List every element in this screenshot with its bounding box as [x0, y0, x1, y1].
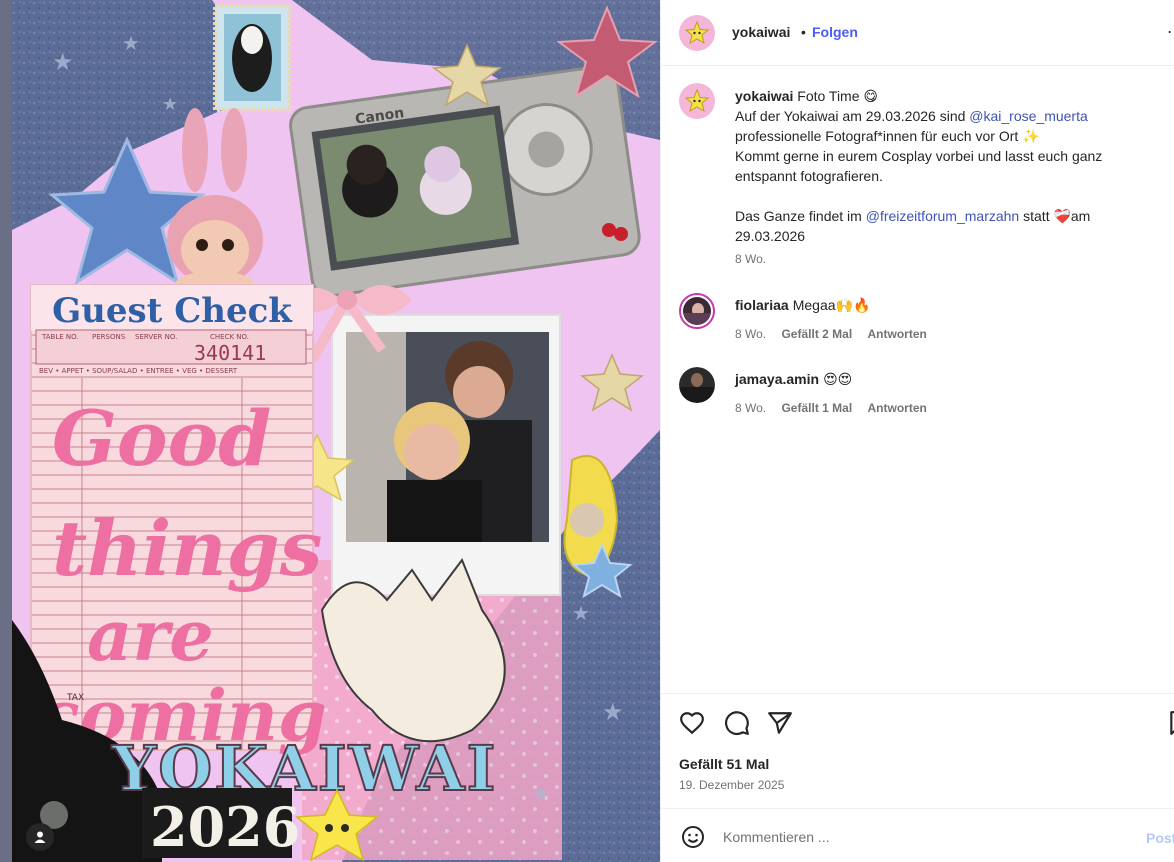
heart-icon[interactable]: [679, 710, 705, 736]
post-comment-button[interactable]: Post: [1146, 830, 1174, 846]
svg-text:★: ★: [602, 698, 624, 726]
ticket-col-2: PERSONS: [92, 333, 126, 341]
comment-input[interactable]: [723, 823, 1123, 851]
share-icon[interactable]: [767, 710, 793, 736]
comment-time[interactable]: 8 Wo.: [735, 327, 766, 341]
post-image[interactable]: ★ ★ ★ ★ ★ ★ ★: [12, 0, 660, 862]
caption-line-1: Foto Time 😋: [793, 88, 878, 104]
person-icon: [34, 831, 46, 843]
svg-text:★: ★: [532, 781, 550, 805]
caption-line-6: Das Ganze findet im: [735, 208, 866, 224]
ticket-col-3: SERVER NO.: [135, 333, 177, 341]
commenter-username[interactable]: fiolariaa: [735, 297, 789, 313]
caption-line-5: entspannt fotografieren.: [735, 168, 883, 184]
caption-line-3: professionelle Fotograf*innen für euch v…: [735, 128, 1040, 144]
more-options-icon[interactable]: ⋯: [1167, 22, 1174, 42]
caption-avatar[interactable]: [679, 83, 715, 119]
svg-text:★: ★: [572, 601, 590, 625]
post-header: yokaiwai • Folgen ⋯: [661, 0, 1174, 66]
tagged-users-button[interactable]: [26, 823, 54, 851]
comment-text: 😍😍: [823, 371, 853, 387]
emoji-icon[interactable]: [681, 825, 705, 849]
caption-username[interactable]: yokaiwai: [735, 88, 793, 104]
ticket-row-label: BEV • APPET • SOUP/SALAD • ENTREE • VEG …: [39, 367, 238, 375]
comment-item: fiolariaa Megaa🙌🔥 8 Wo. Gefällt 2 Mal Ant…: [661, 293, 1174, 343]
ticket-col-1: TABLE NO.: [41, 333, 79, 341]
action-bar: [661, 693, 1174, 751]
comment-item: jamaya.amin 😍😍 8 Wo. Gefällt 1 Mal Antwor…: [661, 367, 1174, 417]
svg-text:★: ★: [162, 94, 178, 115]
commenter-avatar[interactable]: [679, 293, 715, 329]
reply-button[interactable]: Antworten: [868, 401, 927, 415]
mention-link-photographer[interactable]: @kai_rose_muerta: [969, 108, 1088, 124]
mention-link-venue[interactable]: @freizeitforum_marzahn: [866, 208, 1020, 224]
comment-likes[interactable]: Gefällt 2 Mal: [781, 327, 852, 341]
header-separator: •: [801, 24, 806, 40]
post-details-panel: yokaiwai • Folgen ⋯ yokaiwai Foto Time 😋…: [660, 0, 1174, 862]
handwriting-line-1: Good: [52, 394, 271, 483]
ticket-title: Guest Check: [52, 291, 293, 331]
comment-likes[interactable]: Gefällt 1 Mal: [781, 401, 852, 415]
comment-composer: Post: [661, 808, 1174, 862]
ticket-col-4: CHECK NO.: [210, 333, 249, 341]
ticket-number: 340141: [194, 341, 266, 365]
caption-timestamp[interactable]: 8 Wo.: [735, 252, 766, 266]
caption-line-6-end: statt ❤️‍🩹am: [1019, 208, 1091, 224]
bookmark-icon[interactable]: [1167, 710, 1174, 736]
commenter-avatar[interactable]: [679, 367, 715, 403]
commenter-username[interactable]: jamaya.amin: [735, 371, 819, 387]
svg-text:★: ★: [52, 48, 74, 76]
comment-time[interactable]: 8 Wo.: [735, 401, 766, 415]
handwriting-line-2: things: [52, 504, 322, 593]
star-icon: [684, 20, 710, 45]
caption-line-4: Kommt gerne in eurem Cosplay vorbei und …: [735, 148, 1103, 164]
follow-button[interactable]: Folgen: [812, 24, 858, 40]
author-username[interactable]: yokaiwai: [732, 24, 790, 40]
post-caption: yokaiwai Foto Time 😋 Auf der Yokaiwai am…: [735, 86, 1155, 246]
author-avatar[interactable]: [679, 15, 715, 51]
background-edge: [0, 0, 12, 862]
caption-line-7: 29.03.2026: [735, 228, 806, 244]
handwriting-line-3: are: [87, 594, 214, 677]
comment-text: Megaa🙌🔥: [792, 297, 871, 313]
svg-text:★: ★: [122, 31, 140, 55]
reply-button[interactable]: Antworten: [868, 327, 927, 341]
star-icon: [684, 88, 710, 113]
comment-icon[interactable]: [724, 710, 750, 736]
caption-line-2: Auf der Yokaiwai am 29.03.2026 sind: [735, 108, 970, 124]
likes-count[interactable]: Gefällt 51 Mal: [679, 756, 769, 772]
post-date[interactable]: 19. Dezember 2025: [679, 778, 784, 792]
year-letters: 2026: [150, 795, 300, 859]
